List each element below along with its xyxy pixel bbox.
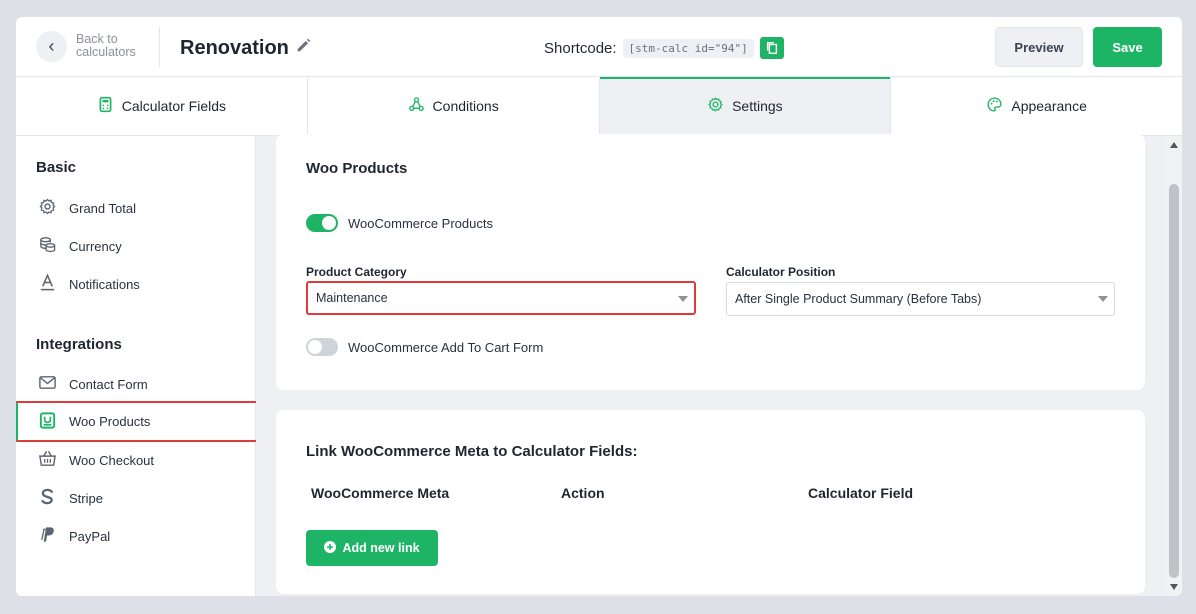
meta-link-title: Link WooCommerce Meta to Calculator Fiel…: [306, 443, 638, 460]
product-category-label: Product Category: [306, 265, 407, 279]
tab-appearance[interactable]: Appearance: [891, 77, 1182, 135]
toggle-label: WooCommerce Add To Cart Form: [348, 339, 544, 355]
column-header-woocommerce-meta: WooCommerce Meta: [311, 485, 450, 501]
sidebar-item-paypal[interactable]: PayPal: [16, 517, 256, 555]
palette-icon: [986, 96, 1003, 116]
scroll-thumb[interactable]: [1169, 184, 1179, 578]
woo-box-icon: [38, 411, 57, 433]
app-window: ‹ Back to calculators Renovation Shortco…: [16, 17, 1182, 596]
copy-icon[interactable]: [759, 37, 784, 59]
shortcode: Shortcode: [stm-calc id="94"]: [544, 37, 784, 59]
header: ‹ Back to calculators Renovation Shortco…: [16, 17, 1182, 77]
back-link[interactable]: Back to calculators: [76, 33, 156, 59]
gear-icon: [38, 197, 57, 219]
tab-label: Conditions: [432, 98, 499, 114]
sidebar-item-contact-form[interactable]: Contact Form: [16, 365, 256, 403]
calculator-position-label: Calculator Position: [726, 265, 836, 279]
caret-down-icon: [678, 296, 688, 302]
settings-sidebar: Basic Grand Total Currency Notifications…: [16, 136, 259, 596]
product-category-value: Maintenance: [316, 291, 388, 305]
sidebar-item-label: Woo Products: [69, 414, 151, 429]
tab-calculator-fields[interactable]: Calculator Fields: [16, 77, 308, 135]
calculator-icon: [97, 96, 114, 116]
woo-products-card: Woo Products WooCommerce Products Produc…: [276, 134, 1145, 390]
top-tabs: Calculator Fields Conditions Settings Ap…: [16, 77, 1182, 136]
woocommerce-products-toggle-row: WooCommerce Products: [306, 214, 493, 232]
scroll-down-arrow-icon[interactable]: [1170, 584, 1178, 590]
calculator-position-select[interactable]: After Single Product Summary (Before Tab…: [726, 282, 1115, 316]
sidebar-item-label: Notifications: [69, 276, 140, 292]
calculator-position-value: After Single Product Summary (Before Tab…: [735, 292, 982, 306]
back-button[interactable]: ‹: [36, 31, 67, 62]
toggle-label: WooCommerce Products: [348, 215, 493, 231]
tab-label: Appearance: [1011, 98, 1087, 114]
add-new-link-button[interactable]: Add new link: [306, 530, 438, 566]
woocommerce-products-toggle[interactable]: [306, 214, 338, 232]
tab-conditions[interactable]: Conditions: [308, 77, 600, 135]
sidebar-item-label: Woo Checkout: [69, 452, 155, 468]
settings-content: Woo Products WooCommerce Products Produc…: [256, 134, 1182, 596]
add-to-cart-form-toggle[interactable]: [306, 338, 338, 356]
header-divider: [159, 27, 160, 67]
sidebar-item-label: Stripe: [69, 490, 103, 506]
meta-link-card: Link WooCommerce Meta to Calculator Fiel…: [276, 410, 1145, 594]
column-header-calculator-field: Calculator Field: [808, 485, 914, 501]
sidebar-item-label: Contact Form: [69, 376, 148, 392]
shortcode-value[interactable]: [stm-calc id="94"]: [622, 38, 754, 58]
tab-settings[interactable]: Settings: [599, 77, 892, 135]
stripe-icon: [38, 487, 57, 509]
sidebar-item-woo-products[interactable]: Woo Products: [16, 401, 259, 442]
text-a-icon: [38, 273, 57, 295]
shortcode-label: Shortcode:: [544, 39, 617, 57]
card-title: Woo Products: [306, 160, 408, 177]
add-new-link-label: Add new link: [342, 541, 420, 555]
sidebar-item-currency[interactable]: Currency: [16, 227, 256, 265]
tab-label: Calculator Fields: [121, 98, 226, 114]
basket-icon: [38, 449, 57, 471]
tab-label: Settings: [732, 98, 783, 114]
envelope-icon: [38, 373, 57, 395]
column-header-action: Action: [561, 485, 605, 501]
paypal-icon: [38, 525, 57, 547]
caret-down-icon: [1098, 296, 1108, 302]
plus-circle-icon: [324, 540, 337, 556]
sidebar-item-label: Currency: [69, 238, 122, 254]
content-scrollbar[interactable]: [1166, 136, 1182, 596]
sidebar-heading-integrations: Integrations: [36, 336, 122, 353]
sidebar-item-notifications[interactable]: Notifications: [16, 265, 256, 303]
conditions-icon: [408, 96, 425, 116]
pencil-icon[interactable]: [295, 36, 313, 60]
calculator-title: Renovation: [180, 36, 313, 60]
sidebar-item-stripe[interactable]: Stripe: [16, 479, 256, 517]
preview-button[interactable]: Preview: [995, 27, 1083, 67]
product-category-select[interactable]: Maintenance: [306, 281, 696, 315]
coins-icon: [38, 235, 57, 257]
scroll-up-arrow-icon[interactable]: [1170, 142, 1178, 148]
save-button[interactable]: Save: [1093, 27, 1162, 67]
sidebar-item-woo-checkout[interactable]: Woo Checkout: [16, 441, 256, 479]
sidebar-heading-basic: Basic: [36, 159, 77, 176]
add-to-cart-toggle-row: WooCommerce Add To Cart Form: [306, 338, 543, 356]
sidebar-item-label: Grand Total: [69, 200, 136, 216]
gear-icon: [707, 96, 724, 116]
sidebar-item-label: PayPal: [69, 528, 111, 544]
chevron-left-icon: ‹: [48, 36, 55, 56]
calculator-title-text: Renovation: [180, 36, 289, 59]
sidebar-item-grand-total[interactable]: Grand Total: [16, 189, 256, 227]
